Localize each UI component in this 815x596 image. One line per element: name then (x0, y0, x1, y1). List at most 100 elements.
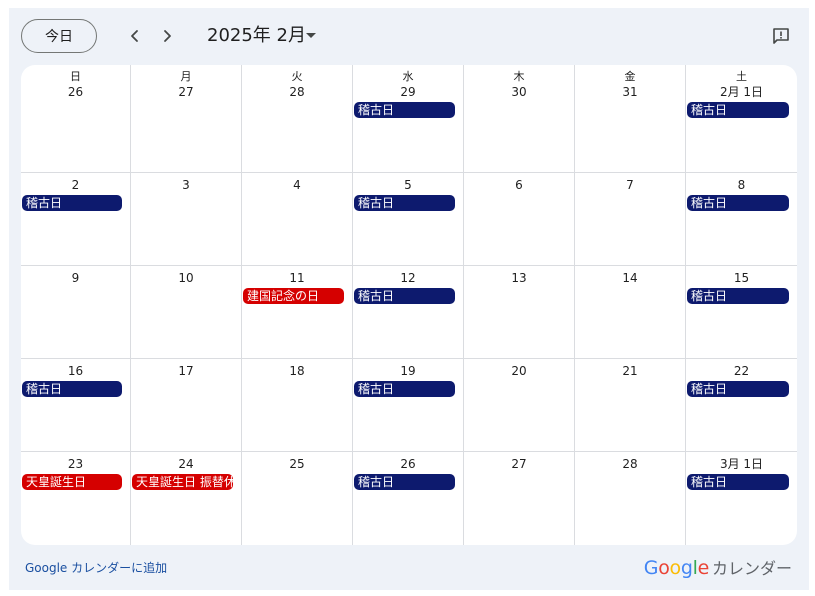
day-number[interactable]: 14 (575, 271, 685, 285)
weekday-header: 水 (402, 70, 414, 83)
day-cell[interactable]: 土 2月 1日 稽古日 (686, 65, 797, 172)
day-number[interactable]: 16 (21, 364, 130, 378)
day-number[interactable]: 29 (353, 85, 463, 99)
day-cell[interactable]: 22 稽古日 (686, 359, 797, 451)
day-cell[interactable]: 8 稽古日 (686, 173, 797, 265)
week-row: 23 天皇誕生日 24 天皇誕生日 振替休日 2526 稽古日 27283月 1日稽古日 (21, 452, 797, 545)
day-cell[interactable]: 3月 1日稽古日 (686, 452, 797, 545)
practice-event-chip[interactable]: 稽古日 (354, 381, 455, 397)
practice-event-chip[interactable]: 稽古日 (354, 288, 455, 304)
weekday-header: 日 (70, 70, 81, 83)
day-cell[interactable]: 27 (464, 452, 575, 545)
day-number[interactable]: 25 (242, 457, 352, 471)
practice-event-chip[interactable]: 稽古日 (354, 195, 455, 211)
day-cell[interactable]: 2 稽古日 (21, 173, 131, 265)
day-cell[interactable]: 20 (464, 359, 575, 451)
day-cell[interactable]: 26 稽古日 (353, 452, 464, 545)
practice-event-chip[interactable]: 稽古日 (687, 102, 789, 118)
practice-event-chip[interactable]: 稽古日 (22, 195, 122, 211)
day-cell[interactable]: 10 (131, 266, 242, 358)
day-number[interactable]: 28 (242, 85, 352, 99)
practice-event-chip[interactable]: 稽古日 (687, 195, 789, 211)
practice-event-chip[interactable]: 稽古日 (354, 474, 455, 490)
day-number[interactable]: 2 (21, 178, 130, 192)
google-calendar-brand[interactable]: Google カレンダー (644, 555, 792, 579)
practice-event-chip[interactable]: 稽古日 (22, 381, 122, 397)
day-number[interactable]: 26 (353, 457, 463, 471)
day-cell[interactable]: 月 27 (131, 65, 242, 172)
day-cell[interactable]: 16 稽古日 (21, 359, 131, 451)
day-cell[interactable]: 15 稽古日 (686, 266, 797, 358)
brand-calendar-label: カレンダー (711, 559, 792, 578)
day-number[interactable]: 27 (131, 85, 241, 99)
practice-event-chip[interactable]: 稽古日 (687, 474, 789, 490)
day-number[interactable]: 28 (575, 457, 685, 471)
day-number[interactable]: 8 (686, 178, 797, 192)
holiday-event-chip[interactable]: 建国記念の日 (243, 288, 344, 304)
day-cell[interactable]: 3 (131, 173, 242, 265)
day-number[interactable]: 12 (353, 271, 463, 285)
day-number[interactable]: 23 (21, 457, 130, 471)
day-number[interactable]: 20 (464, 364, 574, 378)
day-cell[interactable]: 7 (575, 173, 686, 265)
day-cell[interactable]: 金 31 (575, 65, 686, 172)
day-number[interactable]: 18 (242, 364, 352, 378)
day-number[interactable]: 22 (686, 364, 797, 378)
day-number[interactable]: 27 (464, 457, 574, 471)
chevron-left-icon[interactable] (123, 24, 147, 48)
day-number[interactable]: 10 (131, 271, 241, 285)
day-number[interactable]: 15 (686, 271, 797, 285)
chevron-right-icon[interactable] (155, 24, 179, 48)
day-number[interactable]: 21 (575, 364, 685, 378)
day-cell[interactable]: 25 (242, 452, 353, 545)
day-cell[interactable]: 9 (21, 266, 131, 358)
day-number[interactable]: 13 (464, 271, 574, 285)
today-button[interactable]: 今日 (21, 19, 97, 53)
day-cell[interactable]: 火 28 (242, 65, 353, 172)
day-number[interactable]: 31 (575, 85, 685, 99)
practice-event-chip[interactable]: 稽古日 (354, 102, 455, 118)
day-cell[interactable]: 11 建国記念の日 (242, 266, 353, 358)
day-cell[interactable]: 17 (131, 359, 242, 451)
day-cell[interactable]: 28 (575, 452, 686, 545)
week-row: 9 10 11 建国記念の日 12 稽古日 13 14 15 稽古日 (21, 266, 797, 359)
day-number[interactable]: 17 (131, 364, 241, 378)
day-number[interactable]: 19 (353, 364, 463, 378)
day-number[interactable]: 7 (575, 178, 685, 192)
day-cell[interactable]: 23 天皇誕生日 (21, 452, 131, 545)
day-number[interactable]: 30 (464, 85, 574, 99)
feedback-icon[interactable] (769, 24, 793, 48)
day-cell[interactable]: 21 (575, 359, 686, 451)
caret-down-icon[interactable] (301, 26, 321, 46)
add-to-google-calendar-link[interactable]: Google カレンダーに追加 (25, 559, 167, 576)
day-cell[interactable]: 12 稽古日 (353, 266, 464, 358)
day-number[interactable]: 9 (21, 271, 130, 285)
holiday-event-chip[interactable]: 天皇誕生日 振替休日 (132, 474, 233, 490)
day-cell[interactable]: 14 (575, 266, 686, 358)
day-cell[interactable]: 18 (242, 359, 353, 451)
day-cell[interactable]: 13 (464, 266, 575, 358)
day-cell[interactable]: 19 稽古日 (353, 359, 464, 451)
practice-event-chip[interactable]: 稽古日 (687, 381, 789, 397)
weekday-header: 木 (513, 70, 525, 83)
week-row: 2 稽古日 3 4 5 稽古日 6 7 8 稽古日 (21, 173, 797, 266)
day-cell[interactable]: 5 稽古日 (353, 173, 464, 265)
holiday-event-chip[interactable]: 天皇誕生日 (22, 474, 122, 490)
day-cell[interactable]: 6 (464, 173, 575, 265)
day-number[interactable]: 3月 1日 (686, 457, 797, 471)
day-cell[interactable]: 24 天皇誕生日 振替休日 (131, 452, 242, 545)
day-cell[interactable]: 4 (242, 173, 353, 265)
day-cell[interactable]: 日 26 (21, 65, 131, 172)
day-number[interactable]: 11 (242, 271, 352, 285)
practice-event-chip[interactable]: 稽古日 (687, 288, 789, 304)
day-cell[interactable]: 水 29 稽古日 (353, 65, 464, 172)
day-cell[interactable]: 木 30 (464, 65, 575, 172)
day-number[interactable]: 4 (242, 178, 352, 192)
day-number[interactable]: 6 (464, 178, 574, 192)
day-number[interactable]: 26 (21, 85, 130, 99)
day-number[interactable]: 2月 1日 (686, 85, 797, 99)
day-number[interactable]: 24 (131, 457, 241, 471)
day-number[interactable]: 5 (353, 178, 463, 192)
day-number[interactable]: 3 (131, 178, 241, 192)
month-title[interactable]: 2025年 2月 (207, 24, 306, 48)
